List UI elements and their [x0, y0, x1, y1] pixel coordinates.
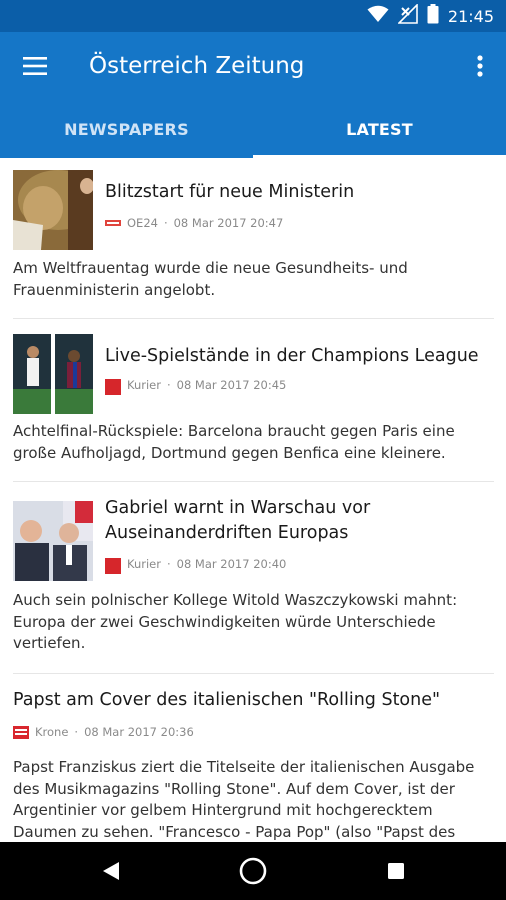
article-thumbnail	[13, 170, 93, 250]
article-meta: Kurier · 08 Mar 2017 20:45	[105, 378, 287, 395]
article-meta: OE24 · 08 Mar 2017 20:47	[105, 216, 283, 230]
article-card[interactable]: Gabriel warnt in Warschau vor Auseinande…	[13, 482, 494, 674]
recents-icon[interactable]	[381, 856, 411, 886]
status-time: 21:45	[447, 6, 494, 26]
article-date: 08 Mar 2017 20:47	[173, 216, 284, 230]
article-headline[interactable]: Blitzstart für neue Ministerin	[105, 180, 485, 205]
home-icon[interactable]	[238, 856, 268, 886]
kurier-logo-icon	[105, 378, 121, 395]
article-summary: Am Weltfrauentag wurde die neue Gesundhe…	[13, 259, 408, 299]
battery-icon	[427, 4, 439, 28]
article-source: Kurier	[127, 378, 161, 392]
article-meta: Krone · 08 Mar 2017 20:36	[13, 725, 194, 739]
back-icon[interactable]	[96, 856, 126, 886]
article-headline[interactable]: Live-Spielstände in der Champions League	[105, 344, 491, 369]
meta-separator: ·	[74, 725, 79, 739]
krone-logo-icon	[13, 725, 29, 739]
tab-newspapers[interactable]: NEWSPAPERS	[0, 100, 253, 158]
article-summary: Papst Franziskus ziert die Titelseite de…	[13, 758, 475, 841]
tab-bar: NEWSPAPERS LATEST	[0, 100, 506, 158]
article-card[interactable]: Blitzstart für neue Ministerin OE24 · 08…	[13, 158, 494, 319]
wifi-icon	[367, 5, 389, 27]
article-source: OE24	[127, 216, 158, 230]
kurier-logo-icon	[105, 557, 121, 574]
app-title: Österreich Zeitung	[89, 53, 305, 79]
hamburger-menu-icon[interactable]	[18, 52, 52, 80]
article-headline[interactable]: Papst am Cover des italienischen "Rollin…	[13, 688, 493, 713]
system-nav-bar	[0, 842, 506, 900]
article-source: Kurier	[127, 557, 161, 571]
article-meta: Kurier · 08 Mar 2017 20:40	[105, 557, 287, 574]
meta-separator: ·	[163, 216, 168, 230]
article-card[interactable]: Papst am Cover des italienischen "Rollin…	[13, 674, 494, 842]
tab-latest[interactable]: LATEST	[253, 100, 506, 158]
article-summary: Achtelfinal-Rückspiele: Barcelona brauch…	[13, 422, 455, 462]
article-source: Krone	[35, 725, 69, 739]
article-thumbnail	[13, 501, 93, 581]
article-headline[interactable]: Gabriel warnt in Warschau vor Auseinande…	[105, 496, 491, 546]
status-bar: 21:45	[0, 0, 506, 32]
meta-separator: ·	[166, 557, 171, 571]
more-vert-icon[interactable]	[468, 50, 492, 82]
meta-separator: ·	[166, 378, 171, 392]
signal-off-icon	[396, 3, 418, 28]
article-date: 08 Mar 2017 20:45	[176, 378, 287, 392]
app-bar: Österreich Zeitung	[0, 32, 506, 100]
article-thumbnail	[13, 334, 93, 414]
news-feed[interactable]: Blitzstart für neue Ministerin OE24 · 08…	[0, 158, 506, 842]
article-summary: Auch sein polnischer Kollege Witold Wasz…	[13, 591, 458, 652]
oe24-logo-icon	[105, 217, 121, 230]
article-date: 08 Mar 2017 20:36	[84, 725, 194, 739]
article-card[interactable]: Live-Spielstände in der Champions League…	[13, 319, 494, 482]
article-date: 08 Mar 2017 20:40	[176, 557, 287, 571]
